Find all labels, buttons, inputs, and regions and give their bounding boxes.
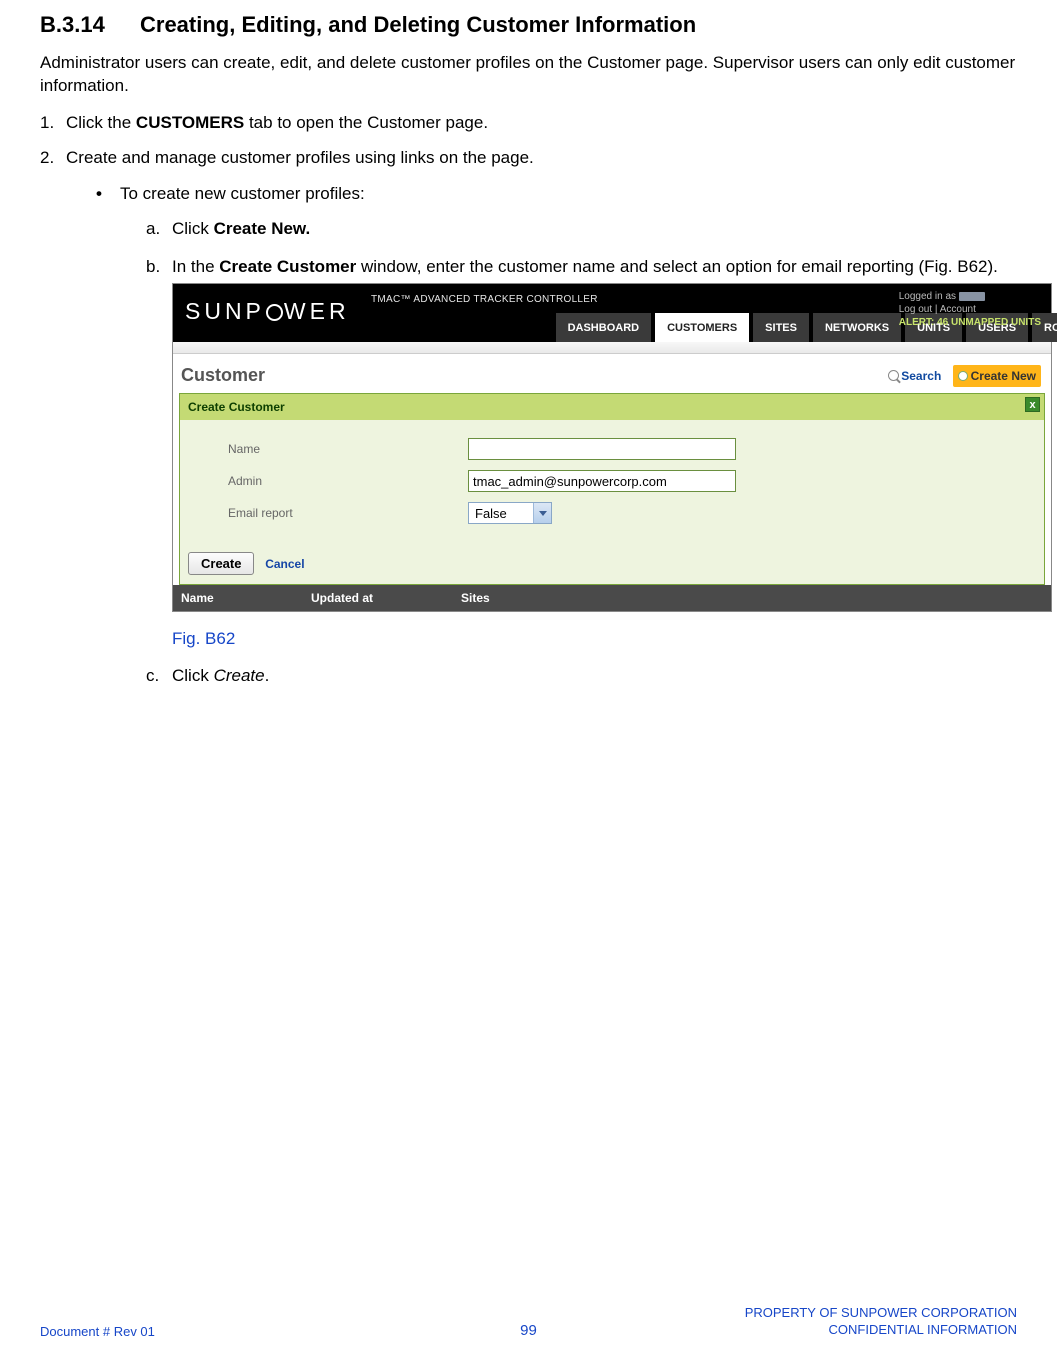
footer-right: PROPERTY OF SUNPOWER CORPORATION CONFIDE… bbox=[695, 1305, 1017, 1339]
username-redacted bbox=[959, 292, 985, 301]
name-label: Name bbox=[228, 440, 468, 458]
section-title: Creating, Editing, and Deleting Customer… bbox=[140, 12, 696, 37]
create-customer-dialog: Create Customer x Name Admin bbox=[179, 393, 1045, 585]
search-icon bbox=[888, 370, 899, 381]
app-subbar bbox=[173, 342, 1051, 354]
app-logo: SUNPWER bbox=[173, 286, 362, 343]
footer-page-number: 99 bbox=[367, 1322, 689, 1339]
dialog-header: Create Customer x bbox=[180, 394, 1044, 420]
step-1: 1. Click the CUSTOMERS tab to open the C… bbox=[40, 110, 1017, 136]
customer-table-header: Name Updated at Sites bbox=[173, 585, 1051, 611]
page-title: Customer bbox=[181, 362, 265, 389]
tab-sites[interactable]: SITES bbox=[753, 313, 809, 343]
create-new-link[interactable]: Create New bbox=[953, 365, 1041, 387]
search-link[interactable]: Search bbox=[901, 369, 941, 383]
section-number: B.3.14 bbox=[40, 12, 140, 38]
create-button[interactable]: Create bbox=[188, 552, 254, 575]
tab-dashboard[interactable]: DASHBOARD bbox=[556, 313, 652, 343]
alert-banner: ALERT: 46 UNMAPPED UNITS bbox=[899, 316, 1041, 329]
dialog-title: Create Customer bbox=[188, 400, 285, 414]
tab-customers[interactable]: CUSTOMERS bbox=[655, 313, 749, 343]
page-actions: Search Create New bbox=[888, 365, 1041, 387]
page-header-row: Customer Search Create New bbox=[173, 354, 1051, 393]
tab-networks[interactable]: NETWORKS bbox=[813, 313, 901, 343]
col-sites: Sites bbox=[461, 589, 1043, 607]
name-input[interactable] bbox=[468, 438, 736, 460]
email-report-select[interactable]: False bbox=[468, 502, 552, 524]
admin-label: Admin bbox=[228, 472, 468, 490]
admin-input[interactable] bbox=[468, 470, 736, 492]
intro-paragraph: Administrator users can create, edit, an… bbox=[40, 52, 1017, 98]
email-report-label: Email report bbox=[228, 504, 468, 522]
page-footer: Document # Rev 01 99 PROPERTY OF SUNPOWE… bbox=[40, 1305, 1017, 1339]
footer-left: Document # Rev 01 bbox=[40, 1324, 362, 1339]
dialog-body: Name Admin Email report bbox=[180, 420, 1044, 544]
col-updated: Updated at bbox=[311, 589, 461, 607]
figure-caption: Fig. B62 bbox=[172, 626, 1017, 652]
cancel-link[interactable]: Cancel bbox=[265, 557, 304, 571]
logout-link[interactable]: Log out bbox=[899, 304, 932, 315]
chevron-down-icon bbox=[533, 503, 551, 523]
dialog-actions: Create Cancel bbox=[180, 544, 1044, 584]
app-subtitle: TMAC™ ADVANCED TRACKER CONTROLLER bbox=[371, 292, 598, 307]
bullet-create-profiles: To create new customer profiles: a. Clic… bbox=[96, 181, 1017, 689]
step-2: 2. Create and manage customer profiles u… bbox=[40, 145, 1017, 689]
add-icon bbox=[958, 371, 968, 381]
col-name: Name bbox=[181, 589, 311, 607]
close-icon[interactable]: x bbox=[1025, 397, 1040, 412]
logo-o-icon bbox=[266, 304, 283, 321]
step-c: c. Click Create. bbox=[146, 663, 1017, 689]
section-heading: B.3.14Creating, Editing, and Deleting Cu… bbox=[40, 12, 1017, 38]
app-header: SUNPWER TMAC™ ADVANCED TRACKER CONTROLLE… bbox=[173, 284, 1051, 342]
header-user-info: Logged in as Log out | Account ALERT: 46… bbox=[899, 290, 1041, 329]
step-b: b. In the Create Customer window, enter … bbox=[146, 254, 1017, 652]
account-link[interactable]: Account bbox=[940, 304, 976, 315]
figure-b62: SUNPWER TMAC™ ADVANCED TRACKER CONTROLLE… bbox=[172, 283, 1052, 612]
step-a: a. Click Create New. bbox=[146, 216, 1017, 242]
